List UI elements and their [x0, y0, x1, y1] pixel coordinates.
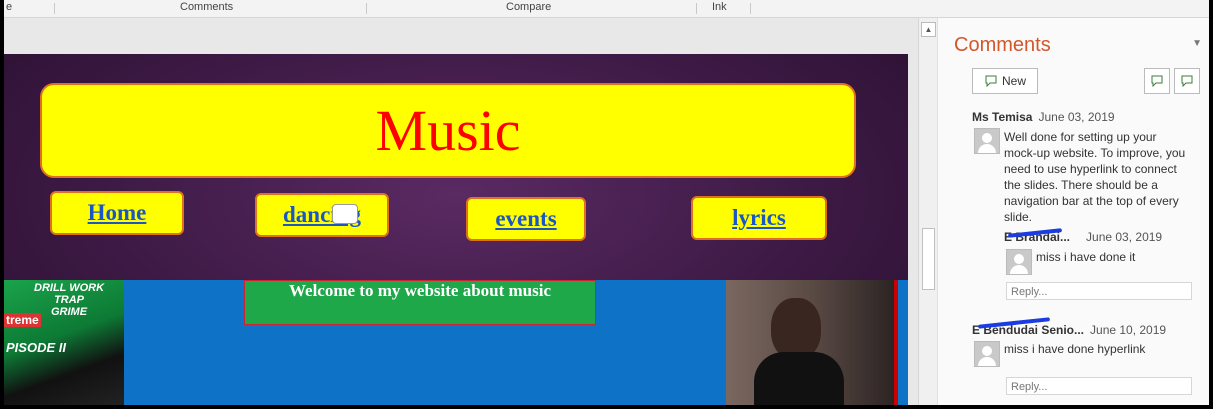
comment-marker-icon[interactable] [332, 204, 358, 224]
comment-date: June 03, 2019 [1038, 110, 1115, 124]
ribbon-separator [750, 3, 751, 14]
comment-author: Ms Temisa [972, 110, 1033, 124]
slide-canvas[interactable]: Music Home dancing events lyrics DRILL W… [4, 54, 908, 405]
ribbon-group-comments[interactable]: Comments [180, 1, 233, 13]
slide-title: Music [375, 98, 521, 163]
vertical-scrollbar[interactable]: ▲ [918, 18, 937, 405]
nav-button-lyrics[interactable]: lyrics [691, 196, 827, 240]
reply-text[interactable]: miss i have done it [1036, 249, 1186, 265]
next-comment-button[interactable] [1174, 68, 1200, 94]
previous-comment-icon [1151, 75, 1163, 87]
reply-date: June 03, 2019 [1086, 230, 1163, 244]
comments-pane: Comments ▼ New Ms Temisa June 03, 2019 We… [937, 18, 1209, 405]
new-comment-label: New [1001, 74, 1026, 88]
person-body-shape [754, 352, 844, 405]
comment-author-line: Ms Temisa June 03, 2019 [972, 110, 1115, 124]
next-comment-icon [1181, 75, 1193, 87]
pane-options-chevron-icon[interactable]: ▼ [1192, 38, 1202, 49]
scroll-thumb[interactable] [922, 228, 935, 290]
new-comment-icon [985, 75, 997, 87]
nav-button-dancing[interactable]: dancing [255, 193, 389, 237]
person-head-shape [771, 298, 821, 360]
slide-title-box[interactable]: Music [40, 83, 856, 178]
ribbon-separator [696, 3, 697, 14]
image-border-accent [894, 280, 898, 405]
new-comment-button[interactable]: New [972, 68, 1038, 94]
scroll-up-icon[interactable]: ▲ [921, 22, 936, 37]
ribbon-tab-partial[interactable]: e [6, 1, 12, 13]
nav-button-home[interactable]: Home [50, 191, 184, 235]
slide-editor-pane[interactable]: Music Home dancing events lyrics DRILL W… [4, 18, 918, 405]
welcome-textbox[interactable]: Welcome to my website about music [244, 280, 596, 325]
left-image-badge: treme [4, 313, 41, 327]
comment-text[interactable]: miss i have done hyperlink [1004, 341, 1188, 357]
comment-date: June 10, 2019 [1090, 323, 1167, 337]
nav-button-events[interactable]: events [466, 197, 586, 241]
left-image-caption: DRILL WORK TRAP GRIME [34, 282, 105, 318]
reply-input[interactable]: Reply... [1006, 377, 1192, 395]
ribbon-group-compare[interactable]: Compare [506, 1, 551, 13]
nav-link-home[interactable]: Home [88, 200, 147, 226]
previous-comment-button[interactable] [1144, 68, 1170, 94]
left-image-episode: PISODE II [6, 340, 66, 355]
nav-link-events[interactable]: events [495, 206, 556, 232]
comment-text[interactable]: Well done for setting up your mock-up we… [1004, 129, 1188, 225]
ribbon-separator [366, 3, 367, 14]
avatar [974, 341, 1000, 367]
ribbon-group-ink[interactable]: Ink [712, 1, 727, 13]
app-window: e Comments Compare Ink Music Home dancin… [4, 0, 1209, 405]
ribbon-strip: e Comments Compare Ink [4, 0, 1209, 18]
left-image[interactable]: DRILL WORK TRAP GRIME treme PISODE II [4, 280, 124, 405]
reply-input[interactable]: Reply... [1006, 282, 1192, 300]
nav-link-lyrics[interactable]: lyrics [732, 205, 786, 231]
avatar [1006, 249, 1032, 275]
avatar [974, 128, 1000, 154]
right-image[interactable] [726, 280, 898, 405]
comments-pane-title: Comments [954, 34, 1051, 56]
ribbon-separator [54, 3, 55, 14]
